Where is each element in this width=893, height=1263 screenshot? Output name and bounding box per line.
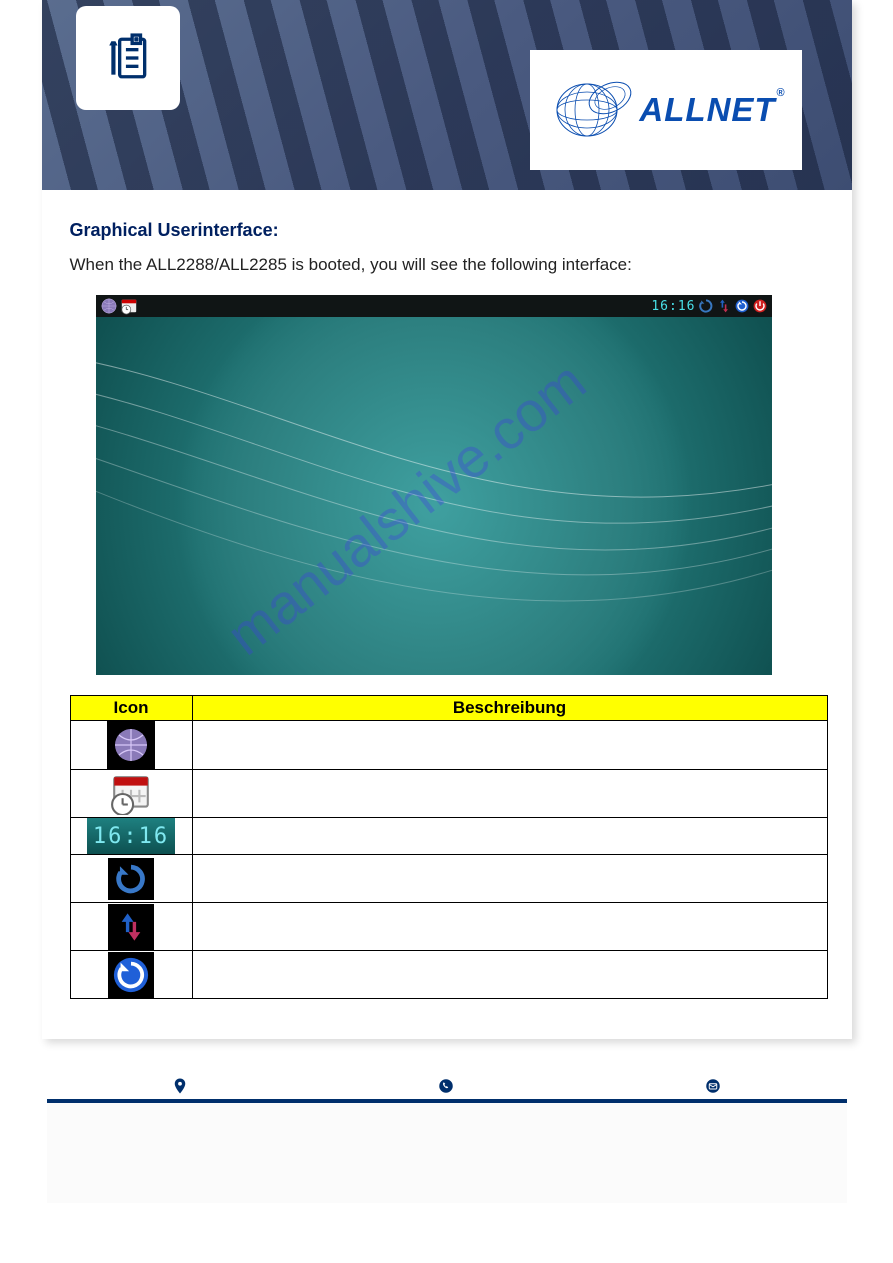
table-row: 16:16 (70, 818, 827, 855)
status-clock: 16:16 (651, 299, 695, 314)
digital-clock-value: 16:16 (93, 824, 169, 849)
icon-description-table: Icon Beschreibung (70, 695, 828, 999)
status-clock-value: 16:16 (651, 299, 695, 314)
location-pin-icon (171, 1077, 189, 1100)
restart-circle-icon[interactable] (734, 298, 750, 314)
refresh-arrow-icon (108, 858, 154, 900)
table-desc-cell (192, 721, 827, 770)
phone-circle-icon (437, 1077, 455, 1100)
table-row (70, 855, 827, 903)
footer-icon-strip (47, 1079, 847, 1103)
calendar-clock-icon[interactable] (120, 297, 138, 315)
section-intro-text: When the ALL2288/ALL2285 is booted, you … (70, 255, 824, 275)
table-desc-cell (192, 818, 827, 855)
logo-registered: ® (776, 87, 785, 99)
table-row (70, 951, 827, 999)
device-screenshot: 16:16 manualshive.com (96, 295, 772, 675)
up-down-arrows-icon (108, 904, 154, 950)
digital-clock-icon: 16:16 (87, 818, 175, 854)
restart-circle-icon (108, 952, 154, 998)
document-icon-tile (76, 6, 180, 110)
page-content: Graphical Userinterface: When the ALL228… (42, 190, 852, 1039)
power-icon[interactable] (752, 298, 768, 314)
calendar-clock-icon (109, 772, 153, 816)
table-row (70, 770, 827, 818)
table-desc-cell (192, 770, 827, 818)
document-page: ALLNET® Graphical Userinterface: When th… (42, 0, 852, 1039)
system-bar: 16:16 (96, 295, 772, 317)
table-desc-cell (192, 951, 827, 999)
table-desc-cell (192, 855, 827, 903)
table-row (70, 903, 827, 951)
refresh-arrow-icon[interactable] (698, 298, 714, 314)
wallpaper-lines (96, 295, 772, 675)
network-globe-icon (107, 721, 155, 769)
table-desc-cell (192, 903, 827, 951)
section-heading: Graphical Userinterface: (70, 220, 824, 241)
logo-text: ALLNET® (639, 91, 775, 129)
footer-space (47, 1103, 847, 1203)
table-row (70, 721, 827, 770)
brand-logo: ALLNET® (530, 50, 802, 170)
notes-document-icon (103, 33, 153, 83)
table-header-desc: Beschreibung (192, 696, 827, 721)
logo-globe-icon (555, 70, 635, 150)
table-header-icon: Icon (70, 696, 192, 721)
network-globe-icon[interactable] (100, 297, 118, 315)
header-banner: ALLNET® (42, 0, 852, 190)
logo-brand-name: ALLNET (639, 91, 775, 128)
up-down-arrows-icon[interactable] (716, 298, 732, 314)
mail-circle-icon (704, 1077, 722, 1100)
